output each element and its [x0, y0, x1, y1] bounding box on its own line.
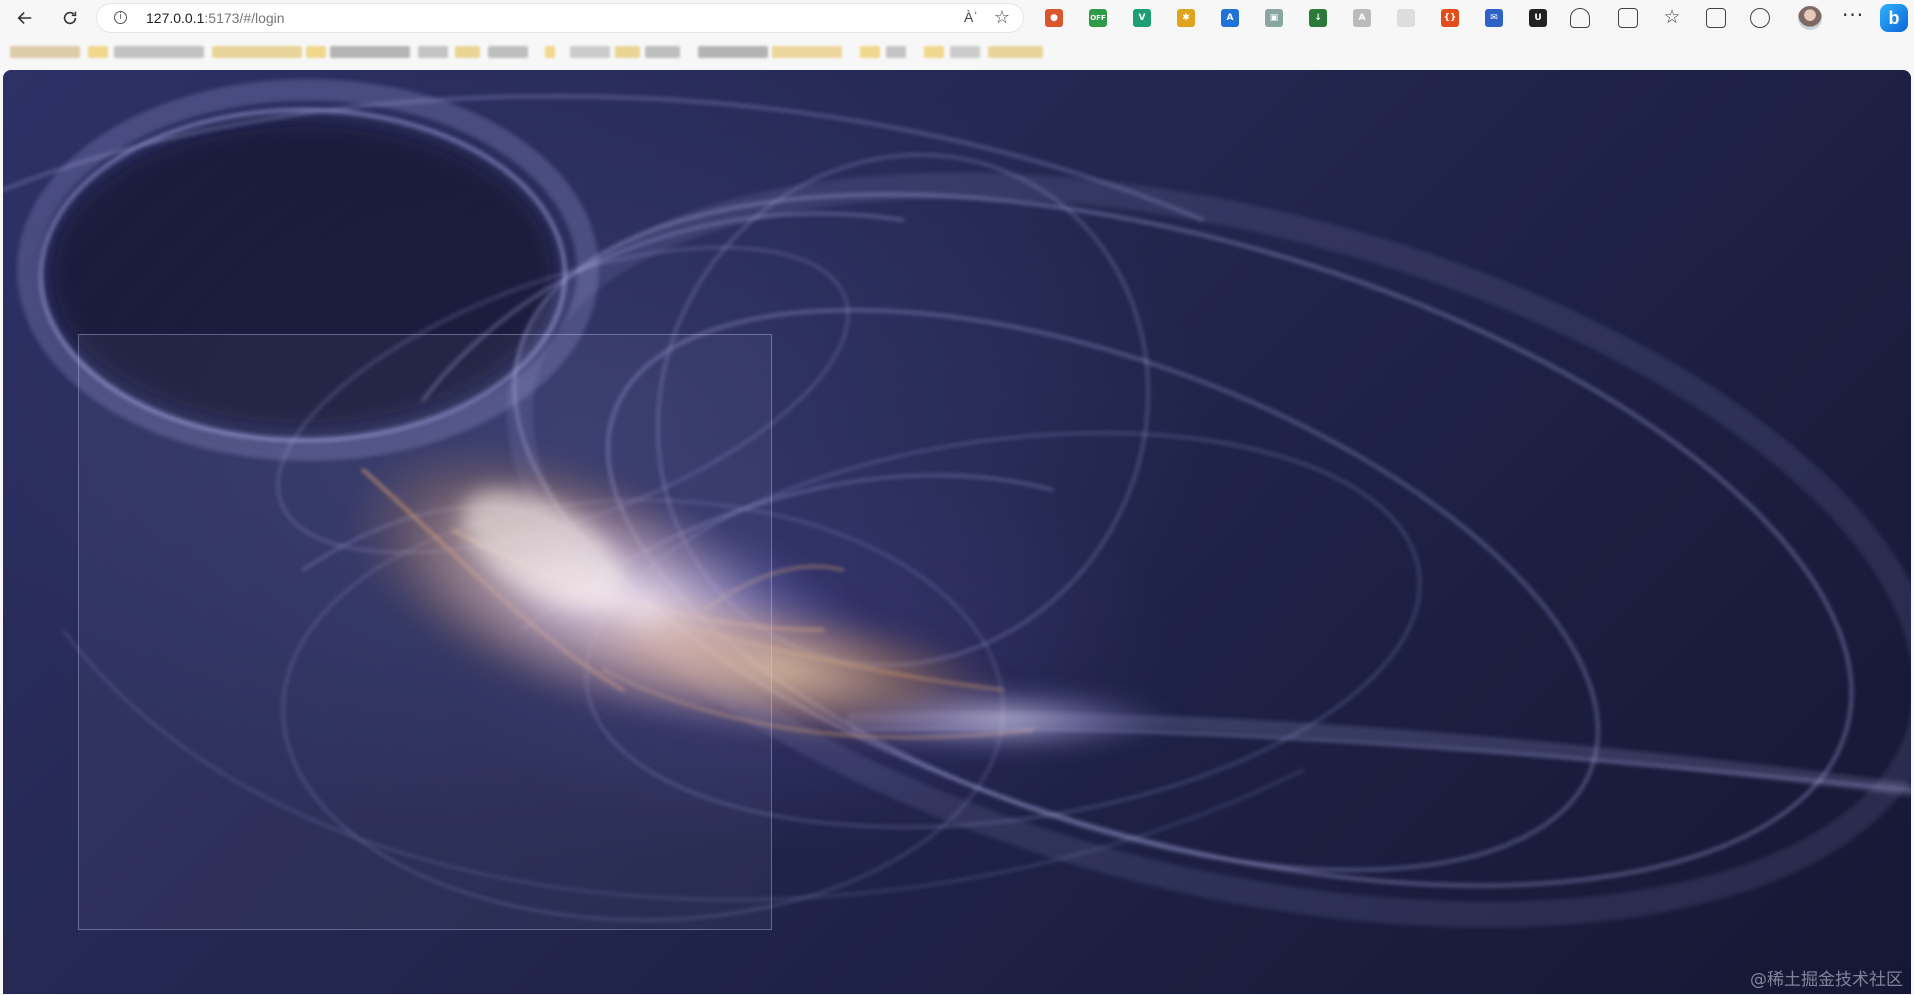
bookmark-item[interactable] [455, 46, 480, 58]
dev-ext-icon[interactable]: {} [1441, 9, 1459, 27]
extensions-puzzle-icon[interactable] [1570, 8, 1590, 28]
off-badge-icon[interactable]: OFF [1089, 9, 1107, 27]
bookmark-item[interactable] [924, 46, 944, 58]
login-page: @稀土掘金技术社区 [3, 70, 1911, 994]
address-bar[interactable]: i 127.0.0.1:5173/#/login Àʾ ☆ [96, 3, 1024, 33]
reload-icon [63, 11, 77, 25]
bookmark-item[interactable] [545, 46, 555, 58]
browser-toolbar: i 127.0.0.1:5173/#/login Àʾ ☆ ● OFF V ✱ A ▣ ↓… [0, 0, 1914, 36]
download-icon[interactable]: ↓ [1309, 9, 1327, 27]
bookmark-item[interactable] [88, 46, 108, 58]
bookmark-item[interactable] [212, 46, 302, 58]
favorites-icon[interactable]: ☆ [1662, 8, 1682, 28]
site-info-icon[interactable]: i [114, 11, 127, 24]
bookmark-item[interactable] [950, 46, 980, 58]
bookmark-item[interactable] [645, 46, 680, 58]
blank-ext-icon[interactable] [1397, 9, 1415, 27]
image-icon[interactable]: ▣ [1265, 9, 1283, 27]
bookmarks-bar [0, 36, 1914, 68]
a-icon[interactable]: A [1353, 9, 1371, 27]
login-panel-frame [78, 334, 772, 930]
tampermonkey-icon[interactable]: ● [1045, 9, 1063, 27]
bookmark-item[interactable] [886, 46, 906, 58]
bookmark-item[interactable] [772, 46, 842, 58]
collections-icon[interactable] [1706, 8, 1726, 28]
favorite-star-icon[interactable]: ☆ [994, 7, 1010, 28]
read-aloud-icon[interactable]: Àʾ [964, 9, 978, 25]
more-menu-icon[interactable]: ··· [1842, 3, 1864, 27]
bookmark-item[interactable] [330, 46, 410, 58]
u-icon[interactable]: U [1529, 9, 1547, 27]
mail-icon[interactable]: ✉ [1485, 9, 1503, 27]
translate-icon[interactable]: A [1221, 9, 1239, 27]
profile-avatar[interactable] [1798, 6, 1822, 30]
back-button[interactable] [10, 3, 40, 33]
back-arrow-icon [17, 12, 32, 24]
bookmark-item[interactable] [10, 46, 80, 58]
split-screen-icon[interactable] [1618, 8, 1638, 28]
vue-devtools-icon[interactable]: V [1133, 9, 1151, 27]
watermark-text: @稀土掘金技术社区 [1750, 970, 1903, 990]
bee-icon[interactable]: ✱ [1177, 9, 1195, 27]
bookmark-item[interactable] [306, 46, 326, 58]
bookmark-item[interactable] [860, 46, 880, 58]
performance-icon[interactable] [1750, 8, 1770, 28]
bookmark-item[interactable] [570, 46, 610, 58]
url-text[interactable]: 127.0.0.1:5173/#/login [146, 10, 285, 26]
reload-button[interactable] [55, 3, 85, 33]
bookmark-item[interactable] [698, 46, 768, 58]
bing-copilot-button[interactable]: b [1880, 4, 1908, 32]
bookmark-item[interactable] [988, 46, 1043, 58]
bookmark-item[interactable] [418, 46, 448, 58]
bookmark-item[interactable] [114, 46, 204, 58]
bookmark-item[interactable] [615, 46, 640, 58]
bookmark-item[interactable] [488, 46, 528, 58]
